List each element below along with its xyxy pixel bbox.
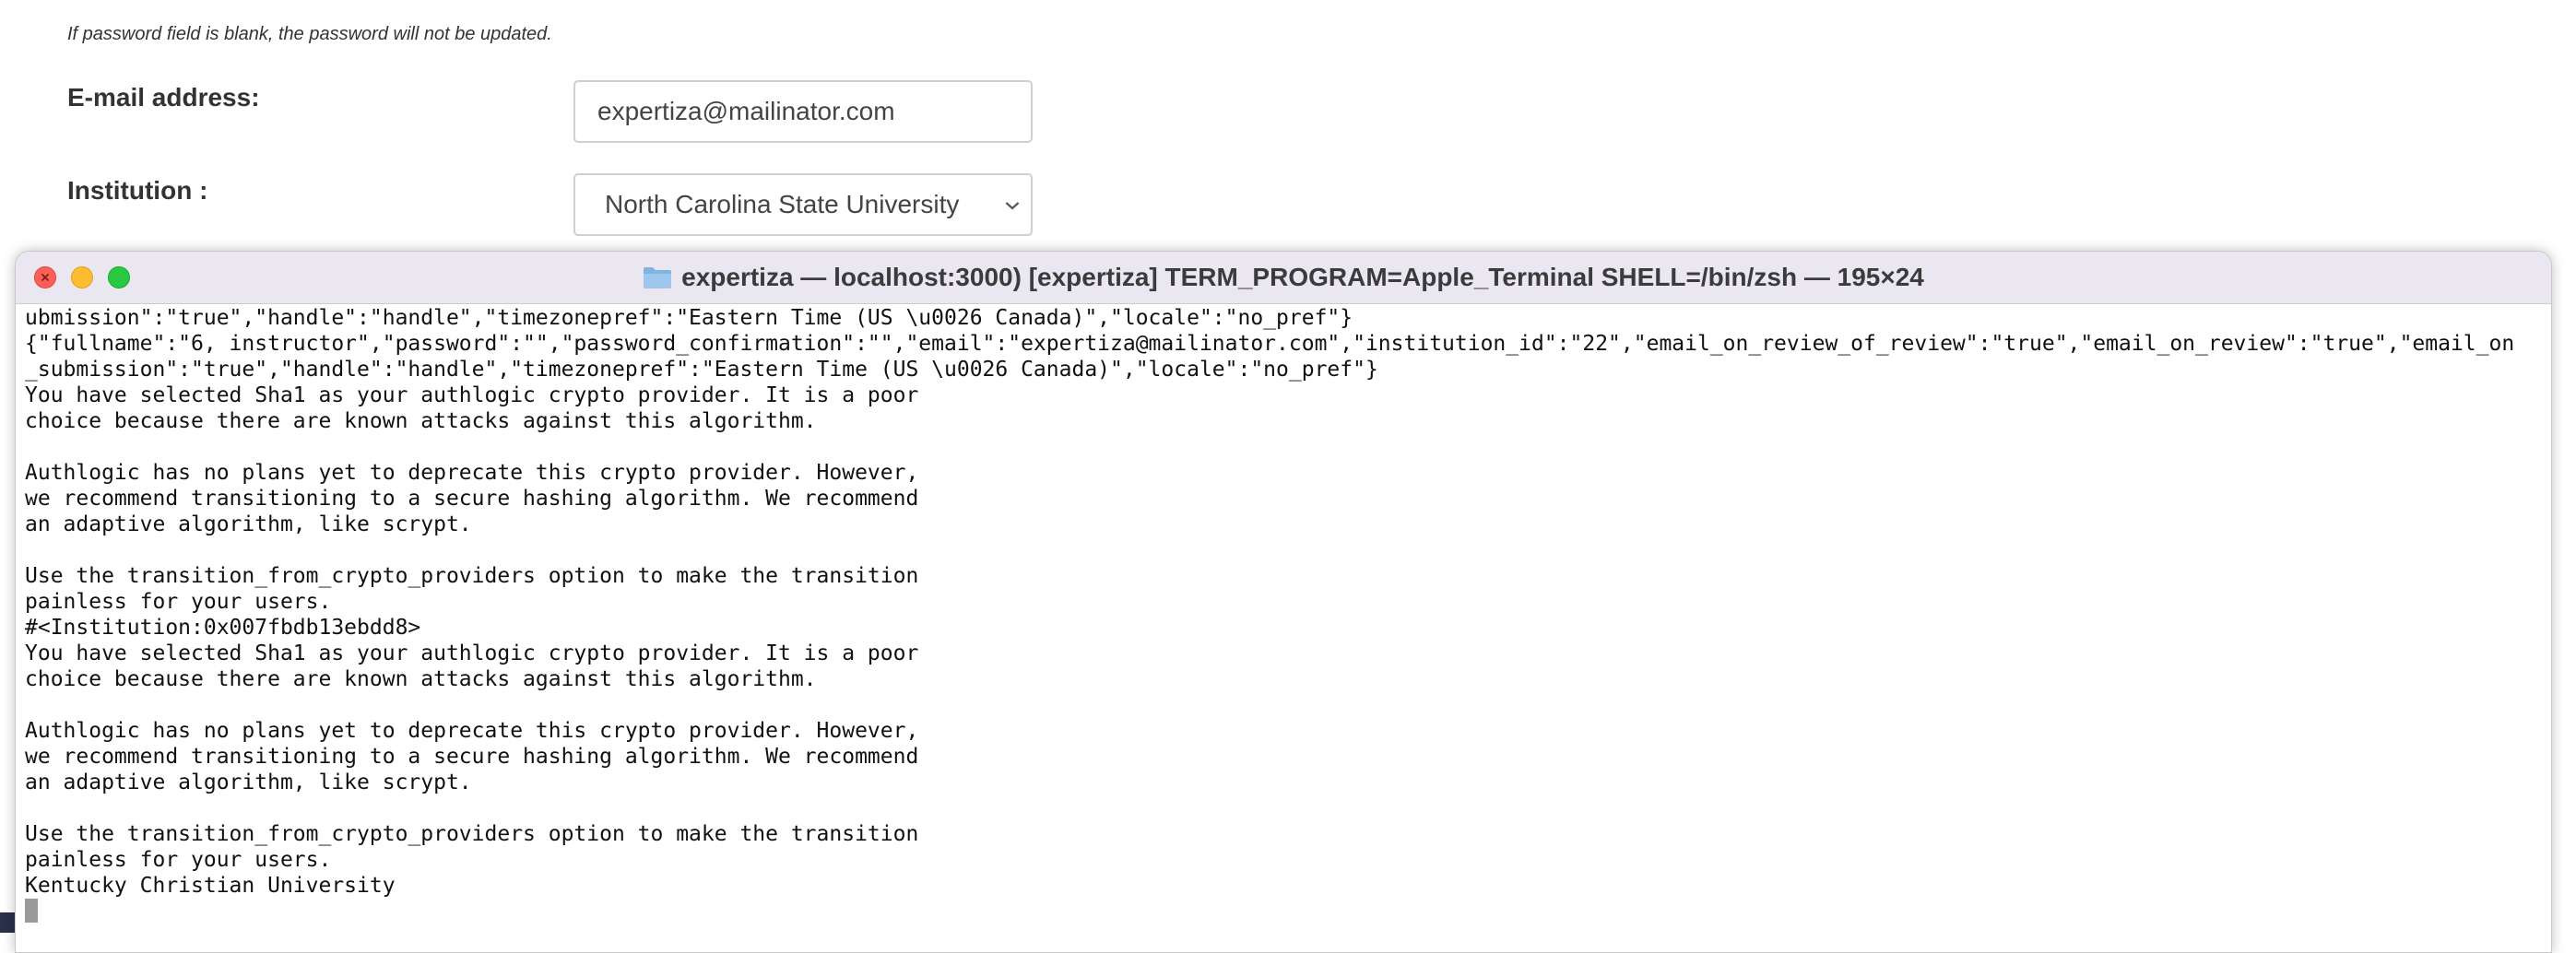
terminal-line: Use the transition_from_crypto_providers…: [25, 822, 919, 846]
terminal-title: expertiza — localhost:3000) [expertiza] …: [16, 252, 2551, 303]
terminal-line: we recommend transitioning to a secure h…: [25, 745, 919, 769]
email-label: E-mail address:: [67, 83, 260, 112]
terminal-cursor: [25, 899, 38, 923]
folder-icon: [643, 265, 672, 289]
terminal-line: choice because there are known attacks a…: [25, 409, 817, 433]
terminal-prompt-line[interactable]: [25, 899, 2551, 924]
email-value: expertiza@mailinator.com: [597, 97, 895, 125]
terminal-line: an adaptive algorithm, like scrypt.: [25, 512, 472, 536]
email-field[interactable]: expertiza@mailinator.com: [573, 80, 1033, 143]
password-note: If password field is blank, the password…: [67, 24, 552, 44]
terminal-title-text: expertiza — localhost:3000) [expertiza] …: [681, 263, 1924, 291]
terminal-line: #<Institution:0x007fbdb13ebdd8>: [25, 616, 421, 640]
terminal-titlebar[interactable]: expertiza — localhost:3000) [expertiza] …: [16, 252, 2551, 304]
terminal-line: Authlogic has no plans yet to deprecate …: [25, 719, 919, 743]
terminal-window[interactable]: expertiza — localhost:3000) [expertiza] …: [15, 251, 2552, 953]
terminal-line: painless for your users.: [25, 590, 332, 614]
terminal-line: we recommend transitioning to a secure h…: [25, 487, 919, 511]
terminal-line: ubmission":"true","handle":"handle","tim…: [25, 306, 1353, 330]
terminal-line: painless for your users.: [25, 848, 332, 872]
terminal-line: Authlogic has no plans yet to deprecate …: [25, 461, 919, 485]
terminal-line: You have selected Sha1 as your authlogic…: [25, 641, 919, 665]
institution-label: Institution :: [67, 176, 208, 205]
terminal-line: Kentucky Christian University: [25, 874, 396, 898]
terminal-line: an adaptive algorithm, like scrypt.: [25, 771, 472, 794]
terminal-output[interactable]: ubmission":"true","handle":"handle","tim…: [25, 305, 2551, 952]
institution-select[interactable]: North Carolina State University: [573, 173, 1033, 236]
chevron-down-icon: [1004, 193, 1021, 217]
terminal-line: {"fullname":"6, instructor","password":"…: [25, 332, 2515, 356]
institution-value: North Carolina State University: [605, 190, 960, 218]
terminal-line: _submission":"true","handle":"handle","t…: [25, 358, 1378, 382]
terminal-line: choice because there are known attacks a…: [25, 667, 817, 691]
terminal-line: You have selected Sha1 as your authlogic…: [25, 383, 919, 407]
terminal-line: Use the transition_from_crypto_providers…: [25, 564, 919, 588]
